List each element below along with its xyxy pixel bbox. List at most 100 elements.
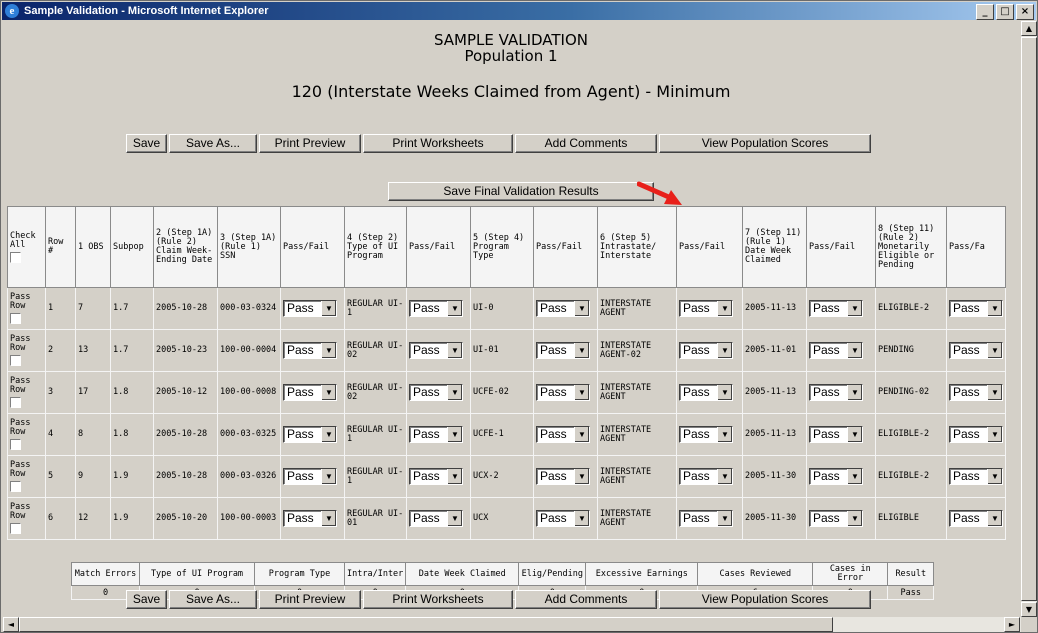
save-button[interactable]: Save [126,134,167,153]
check-all-checkbox[interactable] [10,251,21,263]
dropdown-arrow-icon[interactable]: ▼ [987,301,1002,316]
dropdown-arrow-icon[interactable]: ▼ [847,511,862,526]
pass-fail-eligible-select[interactable]: Pass ▼ [949,426,1003,443]
scroll-down-icon[interactable]: ▼ [1021,602,1037,617]
dropdown-arrow-icon[interactable]: ▼ [717,385,732,400]
dropdown-arrow-icon[interactable]: ▼ [321,427,336,442]
pass-fail-interstate-select[interactable]: Pass ▼ [679,510,733,527]
pass-fail-ui-program-select[interactable]: Pass ▼ [409,426,463,443]
scroll-left-icon[interactable]: ◄ [3,617,19,632]
pass-fail-date-week-select[interactable]: Pass ▼ [809,510,863,527]
pass-row-checkbox[interactable] [10,397,21,408]
pass-fail-program-type-select[interactable]: Pass ▼ [536,384,590,401]
dropdown-arrow-icon[interactable]: ▼ [447,301,462,316]
pass-fail-interstate-select[interactable]: Pass ▼ [679,426,733,443]
dropdown-arrow-icon[interactable]: ▼ [847,301,862,316]
dropdown-arrow-icon[interactable]: ▼ [574,343,589,358]
vertical-scrollbar[interactable]: ▲ ▼ [1021,21,1037,617]
pass-row-checkbox[interactable] [10,523,21,534]
pass-fail-ui-program-select[interactable]: Pass ▼ [409,510,463,527]
dropdown-arrow-icon[interactable]: ▼ [717,427,732,442]
pass-fail-program-type-select[interactable]: Pass ▼ [536,300,590,317]
pass-fail-interstate-select[interactable]: Pass ▼ [679,384,733,401]
dropdown-arrow-icon[interactable]: ▼ [717,343,732,358]
dropdown-arrow-icon[interactable]: ▼ [321,385,336,400]
pass-fail-date-week-select[interactable]: Pass ▼ [809,342,863,359]
save-as-button[interactable]: Save As... [169,134,257,153]
horizontal-scrollbar[interactable]: ◄ ► [3,617,1021,632]
pass-fail-ssn-select[interactable]: Pass ▼ [283,384,337,401]
pass-fail-ui-program-select[interactable]: Pass ▼ [409,342,463,359]
pass-fail-eligible-select[interactable]: Pass ▼ [949,384,1003,401]
print-preview-button[interactable]: Print Preview [259,134,361,153]
pass-row-checkbox[interactable] [10,481,21,492]
dropdown-arrow-icon[interactable]: ▼ [847,343,862,358]
pass-fail-program-type-select[interactable]: Pass ▼ [536,426,590,443]
pass-fail-ui-program-select[interactable]: Pass ▼ [409,300,463,317]
print-preview-button[interactable]: Print Preview [259,590,361,609]
save-final-validation-button[interactable]: Save Final Validation Results [388,182,654,201]
dropdown-arrow-icon[interactable]: ▼ [987,427,1002,442]
save-as-button[interactable]: Save As... [169,590,257,609]
vertical-scroll-thumb[interactable] [1021,37,1037,601]
pass-fail-program-type-select[interactable]: Pass ▼ [536,510,590,527]
add-comments-button[interactable]: Add Comments [515,134,657,153]
scroll-up-icon[interactable]: ▲ [1021,21,1037,36]
dropdown-arrow-icon[interactable]: ▼ [987,385,1002,400]
horizontal-scroll-thumb[interactable] [19,617,833,632]
pass-fail-date-week-select[interactable]: Pass ▼ [809,426,863,443]
pass-fail-ssn-select[interactable]: Pass ▼ [283,342,337,359]
dropdown-arrow-icon[interactable]: ▼ [321,511,336,526]
dropdown-arrow-icon[interactable]: ▼ [447,469,462,484]
pass-fail-program-type-select[interactable]: Pass ▼ [536,468,590,485]
dropdown-arrow-icon[interactable]: ▼ [717,469,732,484]
save-button[interactable]: Save [126,590,167,609]
pass-fail-date-week-select[interactable]: Pass ▼ [809,300,863,317]
scroll-right-icon[interactable]: ► [1004,617,1020,632]
pass-fail-interstate-select[interactable]: Pass ▼ [679,300,733,317]
dropdown-arrow-icon[interactable]: ▼ [447,385,462,400]
pass-fail-eligible-select[interactable]: Pass ▼ [949,468,1003,485]
dropdown-arrow-icon[interactable]: ▼ [321,469,336,484]
pass-fail-ssn-select[interactable]: Pass ▼ [283,468,337,485]
dropdown-arrow-icon[interactable]: ▼ [321,301,336,316]
maximize-button[interactable]: □ [996,4,1014,20]
dropdown-arrow-icon[interactable]: ▼ [447,511,462,526]
pass-fail-interstate-select[interactable]: Pass ▼ [679,342,733,359]
dropdown-arrow-icon[interactable]: ▼ [574,301,589,316]
pass-row-checkbox[interactable] [10,439,21,450]
print-worksheets-button[interactable]: Print Worksheets [363,590,513,609]
pass-row-checkbox[interactable] [10,313,21,324]
view-population-scores-button[interactable]: View Population Scores [659,134,871,153]
minimize-button[interactable]: _ [976,4,994,20]
dropdown-arrow-icon[interactable]: ▼ [987,343,1002,358]
pass-fail-eligible-select[interactable]: Pass ▼ [949,300,1003,317]
dropdown-arrow-icon[interactable]: ▼ [447,343,462,358]
pass-fail-ssn-select[interactable]: Pass ▼ [283,300,337,317]
dropdown-arrow-icon[interactable]: ▼ [847,385,862,400]
pass-fail-ssn-select[interactable]: Pass ▼ [283,426,337,443]
add-comments-button[interactable]: Add Comments [515,590,657,609]
pass-fail-ssn-select[interactable]: Pass ▼ [283,510,337,527]
dropdown-arrow-icon[interactable]: ▼ [987,469,1002,484]
close-button[interactable]: × [1016,4,1034,20]
dropdown-arrow-icon[interactable]: ▼ [987,511,1002,526]
dropdown-arrow-icon[interactable]: ▼ [321,343,336,358]
view-population-scores-button[interactable]: View Population Scores [659,590,871,609]
dropdown-arrow-icon[interactable]: ▼ [574,511,589,526]
dropdown-arrow-icon[interactable]: ▼ [574,427,589,442]
pass-fail-eligible-select[interactable]: Pass ▼ [949,510,1003,527]
print-worksheets-button[interactable]: Print Worksheets [363,134,513,153]
dropdown-arrow-icon[interactable]: ▼ [847,469,862,484]
dropdown-arrow-icon[interactable]: ▼ [717,511,732,526]
pass-fail-ui-program-select[interactable]: Pass ▼ [409,384,463,401]
dropdown-arrow-icon[interactable]: ▼ [847,427,862,442]
pass-row-checkbox[interactable] [10,355,21,366]
dropdown-arrow-icon[interactable]: ▼ [574,385,589,400]
pass-fail-ui-program-select[interactable]: Pass ▼ [409,468,463,485]
pass-fail-date-week-select[interactable]: Pass ▼ [809,468,863,485]
pass-fail-eligible-select[interactable]: Pass ▼ [949,342,1003,359]
dropdown-arrow-icon[interactable]: ▼ [574,469,589,484]
pass-fail-program-type-select[interactable]: Pass ▼ [536,342,590,359]
pass-fail-interstate-select[interactable]: Pass ▼ [679,468,733,485]
